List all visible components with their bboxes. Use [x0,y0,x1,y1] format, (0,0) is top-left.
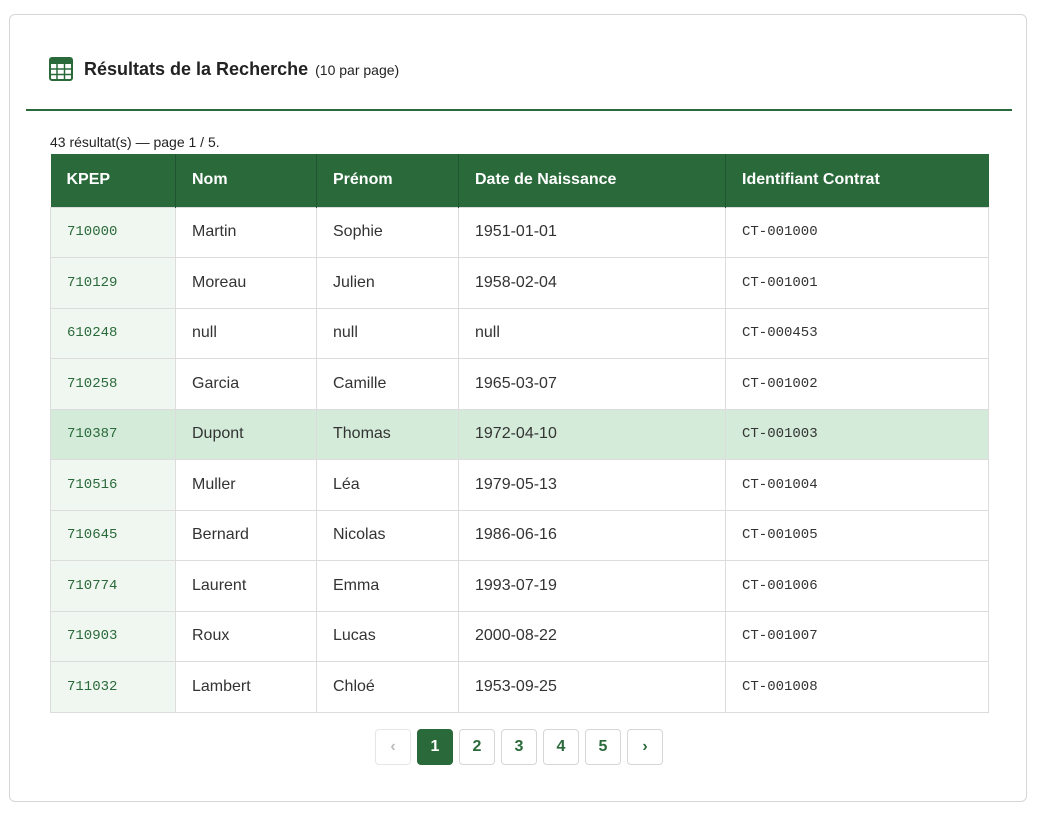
page-button-4[interactable]: 4 [543,729,579,765]
nom-cell: Laurent [175,560,317,612]
prev-page-button[interactable]: ‹ [375,729,411,765]
table-row[interactable]: 710903 Roux Lucas 2000-08-22 CT-001007 [50,610,989,662]
prenom-cell: Emma [316,560,459,612]
identifiant-contrat-cell: CT-001002 [725,358,989,410]
prenom-cell: Julien [316,257,459,309]
identifiant-contrat-cell: CT-001004 [725,459,989,511]
date-naissance-cell: 1953-09-25 [458,661,726,713]
kpep-cell: 710516 [50,459,176,511]
page-button-2[interactable]: 2 [459,729,495,765]
column-header-date-naissance[interactable]: Date de Naissance [458,154,726,207]
prenom-cell: Sophie [316,206,459,258]
page-button-1[interactable]: 1 [417,729,453,765]
kpep-cell: 710645 [50,509,176,561]
nom-cell: Martin [175,206,317,258]
date-naissance-cell: 1986-06-16 [458,509,726,561]
date-naissance-cell: 1965-03-07 [458,358,726,410]
prenom-cell: Nicolas [316,509,459,561]
column-header-nom[interactable]: Nom [175,154,317,207]
kpep-cell: 710000 [50,206,176,258]
kpep-cell: 610248 [50,307,176,359]
identifiant-contrat-cell: CT-001005 [725,509,989,561]
identifiant-contrat-cell: CT-001001 [725,257,989,309]
title-subtitle: (10 par page) [315,62,400,78]
results-summary: 43 résultat(s) — page 1 / 5. [50,134,220,150]
kpep-cell: 710387 [50,408,176,460]
column-header-kpep[interactable]: KPEP [50,154,176,207]
table-row[interactable]: 710129 Moreau Julien 1958-02-04 CT-001001 [50,257,989,309]
page-button-3[interactable]: 3 [501,729,537,765]
table-row[interactable]: 711032 Lambert Chloé 1953-09-25 CT-001008 [50,661,989,713]
kpep-cell: 711032 [50,661,176,713]
date-naissance-cell: 2000-08-22 [458,610,726,662]
nom-cell: Lambert [175,661,317,713]
kpep-cell: 710129 [50,257,176,309]
table-header-row: KPEP Nom Prénom Date de Naissance Identi… [50,154,989,207]
prenom-cell: Chloé [316,661,459,713]
kpep-cell: 710258 [50,358,176,410]
prenom-cell: Camille [316,358,459,410]
column-header-prenom[interactable]: Prénom [316,154,459,207]
date-naissance-cell: 1993-07-19 [458,560,726,612]
identifiant-contrat-cell: CT-001003 [725,408,989,460]
prenom-cell: Thomas [316,408,459,460]
table-row[interactable]: 710258 Garcia Camille 1965-03-07 CT-001002 [50,358,989,410]
nom-cell: Moreau [175,257,317,309]
page-button-5[interactable]: 5 [585,729,621,765]
page-title: Résultats de la Recherche (10 par page) [84,59,399,80]
table-row[interactable]: 710774 Laurent Emma 1993-07-19 CT-001006 [50,560,989,612]
table-icon [49,57,73,81]
nom-cell: Garcia [175,358,317,410]
prenom-cell: Lucas [316,610,459,662]
prenom-cell: null [316,307,459,359]
results-header: Résultats de la Recherche (10 par page) [26,15,1012,111]
nom-cell: Roux [175,610,317,662]
nom-cell: Dupont [175,408,317,460]
identifiant-contrat-cell: CT-001008 [725,661,989,713]
nom-cell: null [175,307,317,359]
kpep-cell: 710774 [50,560,176,612]
nom-cell: Bernard [175,509,317,561]
table-row[interactable]: 710000 Martin Sophie 1951-01-01 CT-001000 [50,206,989,258]
date-naissance-cell: 1979-05-13 [458,459,726,511]
results-card: Résultats de la Recherche (10 par page) … [9,14,1027,802]
next-page-button[interactable]: › [627,729,663,765]
identifiant-contrat-cell: CT-001007 [725,610,989,662]
pagination: ‹ 1 2 3 4 5 › [10,729,1028,766]
column-header-identifiant-contrat[interactable]: Identifiant Contrat [725,154,989,207]
results-table: KPEP Nom Prénom Date de Naissance Identi… [50,154,989,713]
title-text: Résultats de la Recherche [84,59,309,79]
table-row[interactable]: 610248 null null null CT-000453 [50,307,989,359]
identifiant-contrat-cell: CT-000453 [725,307,989,359]
table-row[interactable]: 710387 Dupont Thomas 1972-04-10 CT-001003 [50,408,989,460]
prenom-cell: Léa [316,459,459,511]
kpep-cell: 710903 [50,610,176,662]
date-naissance-cell: 1958-02-04 [458,257,726,309]
date-naissance-cell: null [458,307,726,359]
date-naissance-cell: 1951-01-01 [458,206,726,258]
identifiant-contrat-cell: CT-001006 [725,560,989,612]
nom-cell: Muller [175,459,317,511]
identifiant-contrat-cell: CT-001000 [725,206,989,258]
table-row[interactable]: 710516 Muller Léa 1979-05-13 CT-001004 [50,459,989,511]
date-naissance-cell: 1972-04-10 [458,408,726,460]
table-row[interactable]: 710645 Bernard Nicolas 1986-06-16 CT-001005 [50,509,989,561]
